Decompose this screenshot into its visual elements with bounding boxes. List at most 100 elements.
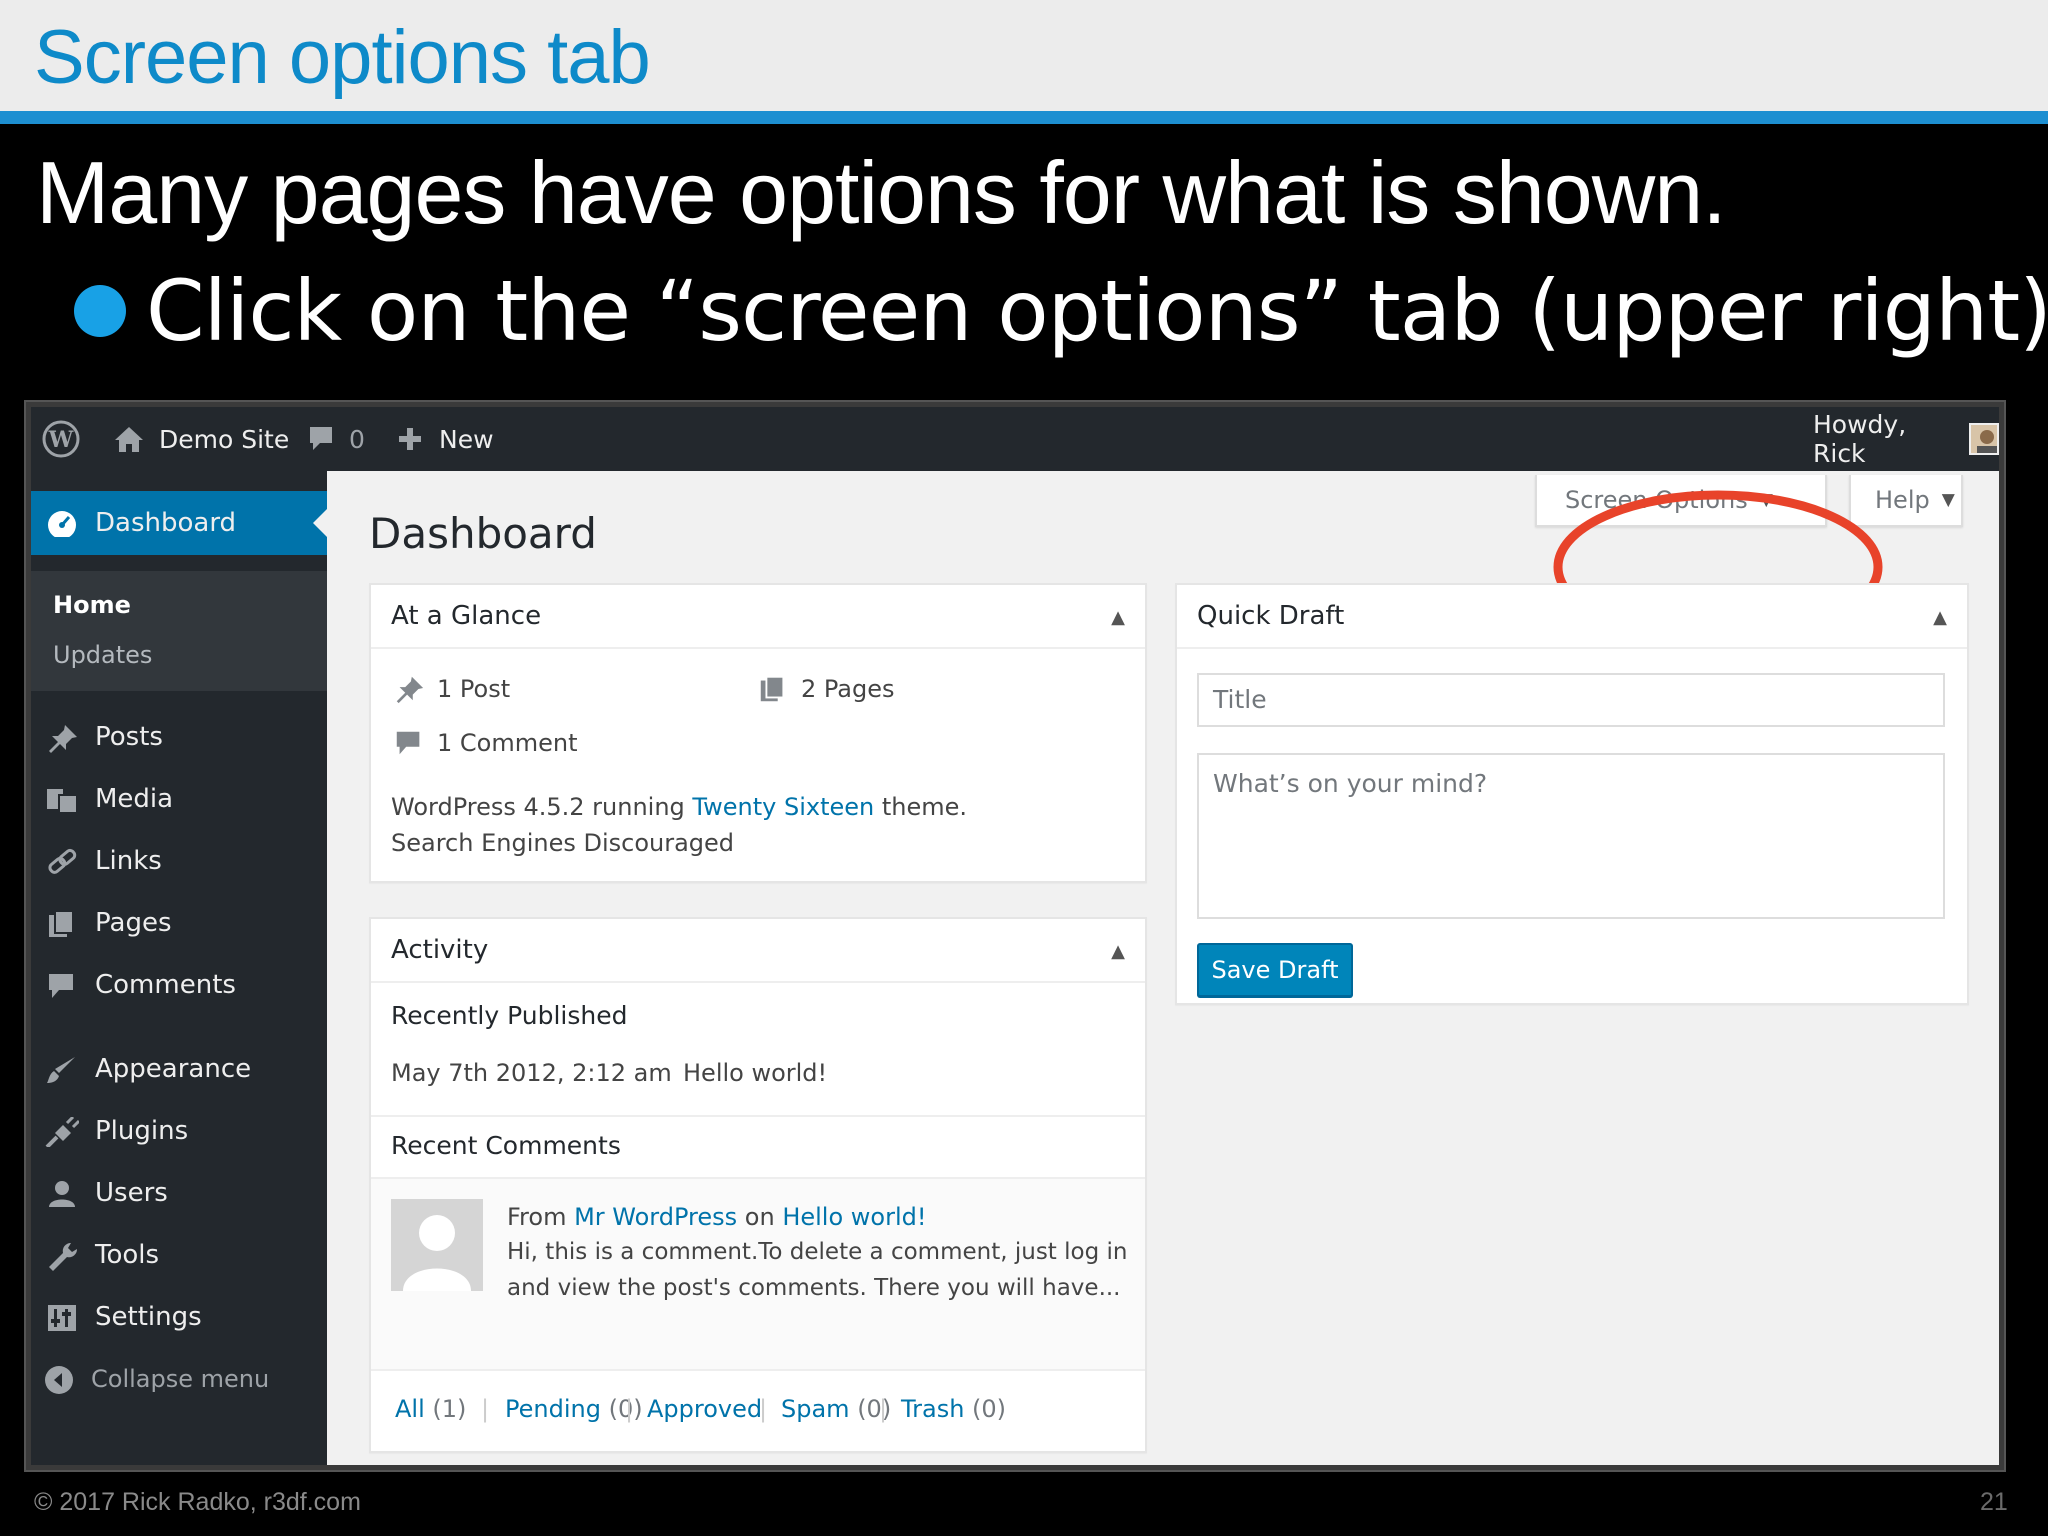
pushpin-icon [49, 725, 77, 753]
slide-heading: Many pages have options for what is show… [36, 143, 1727, 242]
dashboard-submenu: Home Updates [31, 571, 327, 691]
media-icon [47, 789, 78, 814]
avatar [391, 1199, 483, 1291]
wordpress-logo-icon[interactable]: W [41, 407, 81, 471]
screen-options-tab[interactable]: Screen Options ▼ [1535, 475, 1827, 527]
admin-sidebar: Dashboard Home Updates Posts Media Links [31, 471, 327, 1465]
plus-icon [399, 428, 421, 450]
filter-pending[interactable]: Pending (0) [505, 1395, 643, 1423]
user-icon [49, 1181, 75, 1207]
filter-separator: | [759, 1395, 768, 1423]
toggle-arrow-icon[interactable]: ▲ [1111, 607, 1125, 628]
comment-count: 0 [349, 424, 365, 454]
draft-title-input[interactable]: Title [1197, 673, 1945, 727]
widget-title: Quick Draft [1197, 601, 1345, 631]
post-date: May 7th 2012, 2:12 am [391, 1059, 672, 1087]
admin-bar: W Demo Site 0 New Howdy, Rick [31, 407, 1999, 471]
header-rule [0, 111, 2048, 124]
settings-sliders-icon [48, 1305, 76, 1331]
divider [371, 1115, 1145, 1117]
submenu-item-home[interactable]: Home [53, 591, 131, 619]
comments-menu[interactable]: 0 [307, 407, 365, 471]
toggle-arrow-icon[interactable]: ▲ [1111, 941, 1125, 962]
draft-content-textarea[interactable]: What’s on your mind? [1197, 753, 1945, 919]
filter-all[interactable]: All (1) [395, 1395, 466, 1423]
sidebar-item-links[interactable]: Links [31, 837, 327, 885]
filter-approved[interactable]: Approved [647, 1395, 762, 1423]
dashboard-content: Dashboard Screen Options ▼ Help ▼ At a G… [327, 471, 1999, 1465]
comment-bubble-icon [49, 974, 73, 998]
collapse-menu-button[interactable]: Collapse menu [31, 1355, 327, 1403]
comment-item: From Mr WordPress on Hello world! Hi, th… [371, 1179, 1145, 1369]
wrench-icon [49, 1242, 78, 1271]
filter-separator: | [879, 1395, 888, 1423]
comment-bubble-icon [396, 731, 420, 755]
account-menu[interactable]: Howdy, Rick [1813, 407, 1999, 471]
save-draft-button[interactable]: Save Draft [1197, 943, 1353, 997]
sidebar-item-media[interactable]: Media [31, 775, 327, 823]
comment-excerpt-line: Hi, this is a comment.To delete a commen… [507, 1239, 1128, 1265]
sidebar-item-dashboard[interactable]: Dashboard [31, 491, 327, 555]
new-content-menu[interactable]: New [397, 407, 494, 471]
activity-widget: Activity ▲ Recently Published May 7th 20… [369, 917, 1147, 1453]
plug-icon [45, 1117, 79, 1147]
slide-title: Screen options tab [34, 15, 651, 100]
pushpin-icon [396, 676, 424, 704]
slide-copyright: © 2017 Rick Radko, r3df.com [34, 1488, 361, 1516]
widget-title: Activity [391, 935, 489, 965]
recent-comments-heading: Recent Comments [391, 1131, 621, 1160]
widget-header[interactable]: Activity ▲ [371, 919, 1145, 983]
widget-header[interactable]: At a Glance ▲ [371, 585, 1145, 649]
paintbrush-icon [47, 1057, 75, 1083]
submenu-item-updates[interactable]: Updates [53, 641, 152, 669]
sidebar-item-posts[interactable]: Posts [31, 713, 327, 761]
filter-separator: | [481, 1395, 490, 1423]
post-count-link[interactable]: 1 Post [437, 675, 510, 703]
sidebar-item-tools[interactable]: Tools [31, 1231, 327, 1279]
slide-bullet: Click on the “screen options” tab (upper… [146, 262, 2048, 360]
slide-header: Screen options tab [0, 0, 2048, 111]
comment-author-link[interactable]: Mr WordPress [574, 1203, 737, 1231]
user-photo-icon [1970, 425, 1997, 453]
toggle-arrow-icon[interactable]: ▲ [1933, 607, 1947, 628]
slide-page-number: 21 [1980, 1488, 2008, 1516]
wordpress-screenshot: W Demo Site 0 New Howdy, Rick Dashboard … [26, 402, 2004, 1470]
sidebar-item-label: Dashboard [95, 508, 237, 538]
sidebar-item-comments[interactable]: Comments [31, 961, 327, 1009]
site-menu[interactable]: Demo Site [113, 407, 289, 471]
bullet-dot [74, 285, 126, 337]
comment-post-link[interactable]: Hello world! [782, 1203, 926, 1231]
at-a-glance-widget: At a Glance ▲ 1 Post 2 Pages 1 Comment W… [369, 583, 1147, 883]
page-count-link[interactable]: 2 Pages [801, 675, 895, 703]
sidebar-item-users[interactable]: Users [31, 1169, 327, 1217]
widget-header[interactable]: Quick Draft ▲ [1177, 585, 1967, 649]
post-link[interactable]: Hello world! [683, 1059, 827, 1087]
comment-filter-links: All (1) | Pending (0) | Approved | Spam … [371, 1369, 1145, 1451]
sidebar-item-settings[interactable]: Settings [31, 1293, 327, 1341]
recently-published-heading: Recently Published [391, 1001, 628, 1030]
comment-excerpt-line: and view the post's comments. There you … [507, 1275, 1121, 1301]
collapse-arrow-icon [45, 1366, 73, 1394]
comment-count-link[interactable]: 1 Comment [437, 729, 577, 757]
howdy-text: Howdy, Rick [1813, 410, 1907, 468]
new-label: New [439, 424, 494, 454]
filter-separator: | [625, 1395, 634, 1423]
filter-trash[interactable]: Trash (0) [901, 1395, 1006, 1423]
help-tab[interactable]: Help ▼ [1849, 475, 1963, 527]
theme-link[interactable]: Twenty Sixteen [692, 793, 874, 821]
sidebar-item-appearance[interactable]: Appearance [31, 1045, 327, 1093]
slide: Screen options tab Many pages have optio… [0, 0, 2048, 1536]
mystery-person-icon [391, 1199, 483, 1291]
site-name: Demo Site [159, 424, 290, 454]
quick-draft-widget: Quick Draft ▲ Title What’s on your mind?… [1175, 583, 1969, 1005]
current-arrow [313, 509, 327, 537]
sidebar-item-pages[interactable]: Pages [31, 899, 327, 947]
pages-icon [760, 675, 785, 702]
page-title: Dashboard [369, 509, 597, 558]
pages-icon [49, 910, 74, 937]
avatar [1968, 423, 1999, 455]
filter-spam[interactable]: Spam (0) [781, 1395, 891, 1423]
sidebar-item-plugins[interactable]: Plugins [31, 1107, 327, 1155]
search-engines-discouraged-link[interactable]: Search Engines Discouraged [391, 829, 734, 857]
comment-bubble-icon [310, 427, 332, 450]
